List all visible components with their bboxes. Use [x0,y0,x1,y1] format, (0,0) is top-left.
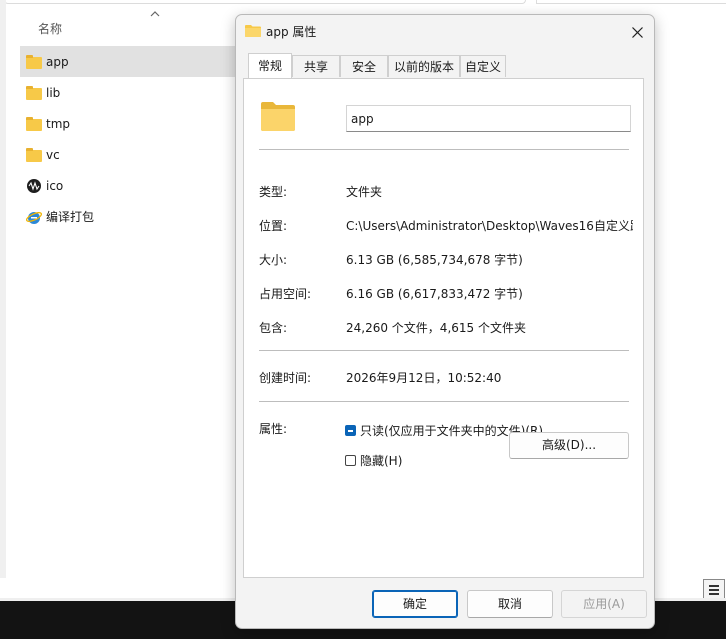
folder-icon [26,85,42,101]
hidden-checkbox[interactable]: 隐藏(H) [345,452,402,469]
list-item-tmp[interactable]: tmp [20,108,250,139]
created-value: 2026年9月12日，10:52:40 [346,371,502,385]
attributes-label: 属性: [259,422,288,436]
folder-name-input[interactable] [346,105,631,132]
folder-icon [26,116,42,132]
file-list: app lib tmp vc ico 编译打包 [20,46,250,232]
address-bar[interactable] [4,0,526,4]
file-name: ico [46,178,64,193]
folder-icon [26,147,42,163]
list-item-vc[interactable]: vc [20,139,250,170]
location-label: 位置: [259,219,288,233]
list-item-ico[interactable]: ico [20,170,250,201]
navigation-pane-edge [0,0,6,578]
list-item-lib[interactable]: lib [20,77,250,108]
checkbox-icon[interactable] [345,455,356,466]
hidden-label: 隐藏(H) [360,454,403,468]
apply-button[interactable]: 应用(A) [561,590,647,618]
folder-icon [261,102,295,131]
column-header-name[interactable]: 名称 [38,20,62,37]
contains-value: 24,260 个文件，4,615 个文件夹 [346,321,526,335]
size-value: 6.13 GB (6,585,734,678 字节) [346,253,523,267]
created-label: 创建时间: [259,371,312,385]
size-on-disk-value: 6.16 GB (6,617,833,472 字节) [346,287,523,301]
search-box[interactable] [536,0,726,4]
separator [259,350,629,351]
close-button[interactable] [626,21,648,43]
dialog-titlebar[interactable]: app 属性 [236,15,654,47]
file-name: tmp [46,116,71,131]
properties-dialog: app 属性 常规 共享 安全 以前的版本 自定义 类型: 文件夹 位置: C:… [235,14,655,629]
file-name: lib [46,85,61,100]
general-tab-panel: 类型: 文件夹 位置: C:\Users\Administrator\Deskt… [243,78,644,578]
internet-explorer-icon [26,209,42,225]
close-icon [631,26,643,38]
dialog-title: app 属性 [266,25,317,39]
size-on-disk-label: 占用空间: [259,287,312,301]
folder-icon [26,54,42,70]
details-view-button[interactable] [703,579,725,600]
file-name: app [46,54,69,69]
folder-icon [245,25,261,37]
tab-general[interactable]: 常规 [248,53,292,78]
indeterminate-checkbox-icon[interactable] [345,425,356,436]
waves-icon [26,178,42,194]
list-item-build[interactable]: 编译打包 [20,201,250,232]
file-name: 编译打包 [46,210,95,224]
type-value: 文件夹 [346,185,383,199]
separator [259,149,629,150]
type-label: 类型: [259,185,288,199]
tab-previous-versions[interactable]: 以前的版本 [388,55,460,77]
tab-security[interactable]: 安全 [340,55,388,77]
cancel-button[interactable]: 取消 [467,590,553,618]
tab-sharing[interactable]: 共享 [292,55,340,77]
size-label: 大小: [259,253,288,267]
tab-strip: 常规 共享 安全 以前的版本 自定义 [244,53,644,79]
tab-customize[interactable]: 自定义 [460,55,506,77]
ok-button[interactable]: 确定 [372,590,458,618]
separator [259,401,629,402]
sort-ascending-icon [150,11,160,17]
list-item-app[interactable]: app [20,46,250,77]
file-name: vc [46,147,60,162]
location-value: C:\Users\Administrator\Desktop\Waves16自定… [346,219,633,233]
contains-label: 包含: [259,321,288,335]
advanced-button[interactable]: 高级(D)... [509,432,629,459]
